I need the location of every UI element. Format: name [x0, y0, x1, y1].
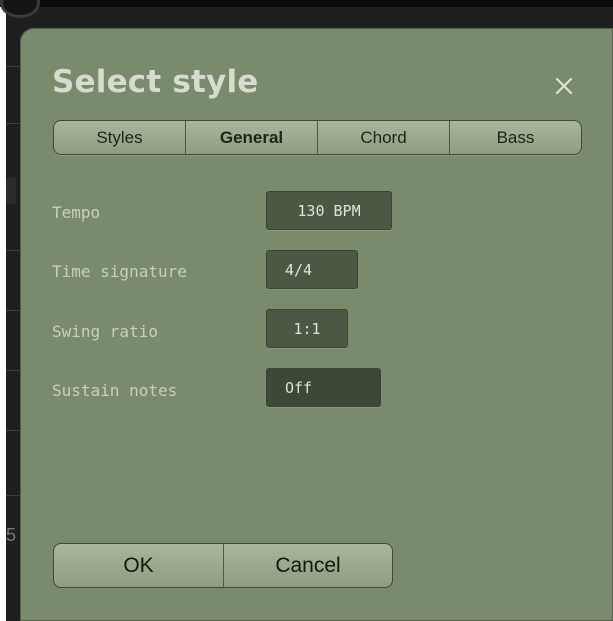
tab-chord[interactable]: Chord: [318, 121, 450, 154]
tempo-field[interactable]: 130 BPM: [266, 191, 392, 230]
tempo-label: Tempo: [52, 203, 101, 222]
close-icon: [555, 77, 573, 95]
time-signature-field[interactable]: 4/4: [266, 250, 358, 289]
sustain-notes-label: Sustain notes: [52, 381, 178, 400]
swing-ratio-field[interactable]: 1:1: [266, 309, 348, 348]
tab-general[interactable]: General: [186, 121, 318, 154]
time-signature-label: Time signature: [52, 262, 187, 281]
sustain-notes-field[interactable]: Off: [266, 368, 381, 407]
swing-ratio-label: Swing ratio: [52, 322, 158, 341]
background-slot: [6, 178, 16, 204]
background-digit: 5: [6, 525, 17, 545]
background-top-bar: [0, 0, 613, 7]
select-style-dialog: Select style Styles General Chord Bass T…: [20, 28, 613, 621]
dialog-title: Select style: [52, 64, 259, 100]
style-tabs: Styles General Chord Bass: [53, 120, 582, 155]
tab-bass[interactable]: Bass: [450, 121, 581, 154]
close-button[interactable]: [551, 73, 577, 99]
tab-styles[interactable]: Styles: [54, 121, 186, 154]
dialog-buttons: OK Cancel: [53, 543, 393, 588]
cancel-button[interactable]: Cancel: [224, 544, 392, 587]
ok-button[interactable]: OK: [54, 544, 224, 587]
